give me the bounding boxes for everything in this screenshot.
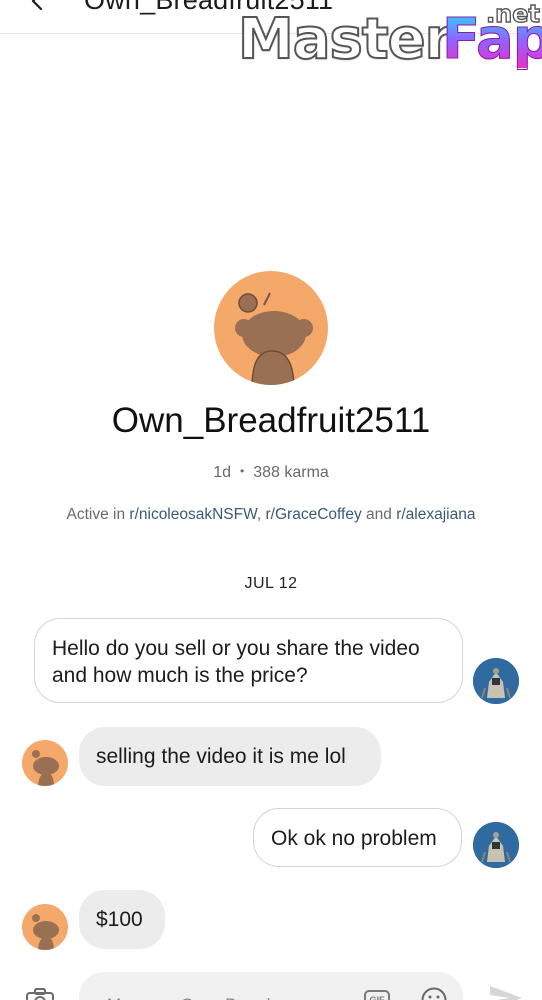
- message-composer: GIF: [0, 968, 542, 1000]
- message-bubble-outgoing[interactable]: Hello do you sell or you share the video…: [34, 618, 463, 703]
- send-icon: [490, 986, 522, 1000]
- community-link[interactable]: r/GraceCoffey: [266, 506, 362, 523]
- send-button[interactable]: [488, 984, 524, 1000]
- chat-header: Own_Breadfruit2511: [0, 0, 542, 34]
- snoo-avatar-icon: [32, 750, 59, 786]
- profile-avatar[interactable]: [214, 271, 328, 385]
- my-avatar[interactable]: [473, 822, 519, 868]
- comma-separator: ,: [256, 506, 262, 523]
- back-button[interactable]: [22, 0, 52, 16]
- message-bubble-incoming[interactable]: $100: [79, 890, 165, 949]
- contact-avatar[interactable]: [22, 904, 68, 950]
- active-in-label: Active in: [66, 506, 126, 523]
- emoji-button[interactable]: [420, 986, 448, 1000]
- date-separator: JUL 12: [244, 575, 298, 592]
- message-bubble-incoming[interactable]: selling the video it is me lol: [79, 727, 381, 786]
- emoji-icon: [421, 987, 447, 1000]
- karma-count: 388 karma: [253, 464, 329, 481]
- profile-username: Own_Breadfruit2511: [111, 401, 431, 440]
- chevron-left-icon: [31, 0, 43, 11]
- and-label: and: [366, 506, 392, 523]
- contact-avatar[interactable]: [22, 740, 68, 786]
- gif-button[interactable]: GIF: [364, 990, 390, 1000]
- camera-icon: [26, 988, 54, 1000]
- message-bubble-outgoing[interactable]: Ok ok no problem: [253, 808, 462, 867]
- snoo-avatar-icon: [235, 292, 313, 385]
- community-link[interactable]: r/alexajiana: [396, 506, 475, 523]
- profile-meta: 1d • 388 karma: [0, 464, 542, 482]
- meta-separator: •: [240, 464, 245, 478]
- my-avatar[interactable]: [473, 658, 519, 704]
- knight-avatar-icon: [473, 658, 519, 704]
- account-age: 1d: [213, 464, 231, 481]
- message-input[interactable]: [79, 972, 463, 1000]
- knight-avatar-icon: [473, 822, 519, 868]
- header-title: Own_Breadfruit2511: [84, 0, 334, 15]
- snoo-avatar-icon: [32, 914, 59, 950]
- community-link[interactable]: r/nicoleosakNSFW: [129, 506, 256, 523]
- active-in-communities: Active in r/nicoleosakNSFW, r/GraceCoffe…: [0, 506, 542, 524]
- camera-button[interactable]: [24, 986, 56, 1000]
